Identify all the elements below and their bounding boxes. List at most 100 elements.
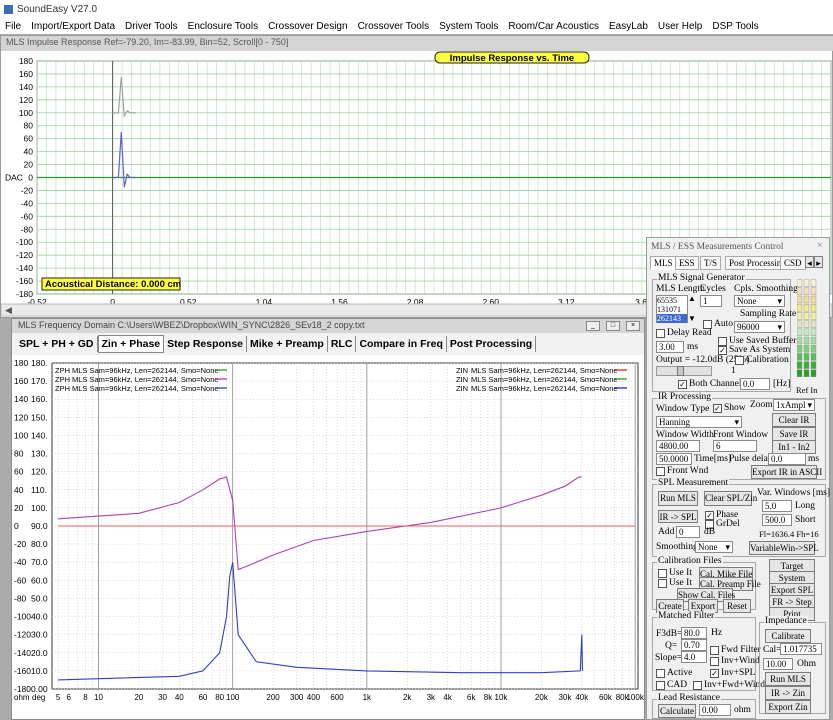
spin-up-icon[interactable]: ▲: [688, 294, 696, 303]
tab-scroll-left-icon[interactable]: ◂: [805, 256, 814, 268]
sampling-select[interactable]: 96000: [734, 321, 785, 333]
x-tick-label: 20k: [535, 693, 549, 702]
run-mls-impedance-button[interactable]: Run MLS: [765, 672, 811, 686]
calculate-button[interactable]: Calculate: [658, 704, 696, 718]
active-checkbox[interactable]: [656, 669, 665, 678]
y2-tick-label: -100: [14, 612, 31, 622]
tab-post-processing[interactable]: Post Processing: [447, 336, 537, 352]
tab-zin-phase[interactable]: Zin + Phase: [97, 335, 165, 353]
maximize-icon[interactable]: □: [606, 321, 620, 331]
tab-rlc[interactable]: RLC: [328, 336, 357, 352]
use-saved-checkbox[interactable]: [718, 337, 727, 346]
y2-tick-label: 120: [14, 412, 28, 422]
window-width-field[interactable]: 4800.00: [656, 440, 700, 452]
x-tick-label: 8k: [484, 693, 493, 702]
inv-spl-checkbox[interactable]: ✓: [710, 669, 719, 678]
menu-file[interactable]: File: [0, 21, 26, 32]
add-field[interactable]: 0: [676, 526, 700, 538]
calibration-checkbox[interactable]: [735, 356, 744, 365]
f3db-field[interactable]: 80.0: [681, 627, 707, 639]
tab-step-response[interactable]: Step Response: [164, 336, 248, 352]
menu-user-help[interactable]: User Help: [653, 21, 707, 32]
both-channels-checkbox[interactable]: ✓: [678, 380, 687, 389]
zoom-select[interactable]: 1xAmpl: [773, 399, 815, 411]
phase-checkbox[interactable]: ✓: [705, 511, 714, 520]
tab-compare-freq[interactable]: Compare in Freq: [356, 336, 447, 352]
ir-zin-button[interactable]: IR -> Zin: [765, 686, 811, 700]
lead-field[interactable]: 0.00: [699, 704, 731, 716]
time-field[interactable]: 50.0000: [656, 453, 692, 465]
run-mls-button[interactable]: Run MLS: [658, 491, 698, 506]
tab-ts[interactable]: T/S: [700, 256, 722, 270]
smoothing-select[interactable]: None: [734, 295, 785, 307]
list-item-selected[interactable]: 262143: [657, 314, 687, 323]
tab-spl-ph-gd[interactable]: SPL + PH + GD: [16, 336, 98, 352]
menu-system-tools[interactable]: System Tools: [434, 21, 503, 32]
front-window-field[interactable]: 6: [713, 440, 757, 452]
save-ir-button[interactable]: Save IR: [772, 427, 816, 441]
save-as-checkbox[interactable]: ✓: [718, 346, 727, 355]
smoothing2-select[interactable]: None: [695, 541, 733, 553]
slope-field[interactable]: 4.0: [681, 651, 707, 663]
menu-crossover-tools[interactable]: Crossover Tools: [353, 21, 435, 32]
menu-enclosure-tools[interactable]: Enclosure Tools: [183, 21, 263, 32]
y-tick-label: 100: [19, 108, 33, 118]
in1-in2-button[interactable]: In1 - In2: [772, 440, 816, 454]
short-field[interactable]: 500.0: [762, 514, 792, 526]
menu-bar: File Import/Export Data Driver Tools Enc…: [0, 19, 833, 34]
menu-driver-tools[interactable]: Driver Tools: [120, 21, 183, 32]
hz-field[interactable]: 0.0: [740, 378, 770, 390]
spin-down-icon[interactable]: ▼: [688, 314, 696, 323]
menu-room-car[interactable]: Room/Car Acoustics: [503, 21, 604, 32]
legend-text: MLS Sam=96kHz, Len=262144, Smo=None: [72, 384, 219, 393]
minimize-icon[interactable]: _: [586, 321, 600, 331]
slider-thumb[interactable]: [677, 366, 684, 376]
tab-mike-preamp[interactable]: Mike + Preamp: [247, 336, 328, 352]
x-tick-label: 6: [67, 693, 72, 702]
use-it-mike-checkbox[interactable]: [658, 569, 667, 578]
delay-read-checkbox[interactable]: [656, 329, 665, 338]
long-field[interactable]: 5.0: [762, 500, 792, 512]
calibrate-button[interactable]: Calibrate: [765, 629, 811, 643]
inv-wind-checkbox[interactable]: [710, 657, 719, 666]
ohm-field[interactable]: 10.00: [763, 658, 793, 670]
cycles-field[interactable]: 1: [700, 295, 722, 307]
time-label: Time[ms]: [694, 454, 732, 464]
menu-easylab[interactable]: EasyLab: [604, 21, 653, 32]
variable-win-button[interactable]: VariableWin->SPL: [749, 541, 819, 555]
meter-segment: [803, 312, 810, 320]
menu-import-export[interactable]: Import/Export Data: [26, 21, 120, 32]
clear-spl-button[interactable]: Clear SPL/Zin: [704, 491, 757, 506]
output-slider[interactable]: [656, 366, 712, 376]
inv-fwd-wind-checkbox[interactable]: [693, 681, 702, 690]
window-type-select[interactable]: Hanning: [656, 416, 742, 428]
clear-ir-button[interactable]: Clear IR: [772, 413, 816, 427]
front-wnd-checkbox[interactable]: [656, 467, 665, 476]
cal-field[interactable]: 1.017735: [780, 643, 822, 655]
menu-dsp-tools[interactable]: DSP Tools: [707, 21, 763, 32]
panel-close-icon[interactable]: ×: [817, 241, 822, 251]
q-field[interactable]: 0.70: [681, 639, 707, 651]
menu-crossover-design[interactable]: Crossover Design: [263, 21, 352, 32]
x-tick-label: 30k: [559, 693, 573, 702]
tab-mls[interactable]: MLS: [650, 256, 677, 270]
pulse-delay-field[interactable]: 0.0: [768, 453, 806, 465]
tab-ess[interactable]: ESS: [675, 256, 699, 270]
ir-to-spl-button[interactable]: IR -> SPL: [658, 510, 698, 523]
close-icon[interactable]: ×: [626, 321, 640, 331]
mls-length-list[interactable]: 65535 131071 262143: [656, 295, 688, 323]
show-checkbox[interactable]: ✓: [713, 404, 722, 413]
var-windows-label: Var. Windows [ms]: [757, 488, 831, 498]
export-zin-button[interactable]: Export Zin: [765, 700, 811, 714]
add-unit: dB: [704, 527, 716, 537]
fwd-filter-checkbox[interactable]: [710, 646, 719, 655]
export-ir-button[interactable]: Export IR in ASCII: [751, 465, 822, 479]
list-item[interactable]: 65535: [657, 296, 687, 305]
use-it-preamp-checkbox[interactable]: [658, 579, 667, 588]
delay-field[interactable]: 3.00: [656, 341, 684, 353]
tab-csd[interactable]: CSD: [780, 256, 806, 270]
cad-checkbox[interactable]: [656, 681, 665, 690]
tab-scroll-right-icon[interactable]: ▸: [814, 256, 823, 268]
list-item[interactable]: 131071: [657, 305, 687, 314]
reset-button[interactable]: Reset: [723, 599, 751, 613]
